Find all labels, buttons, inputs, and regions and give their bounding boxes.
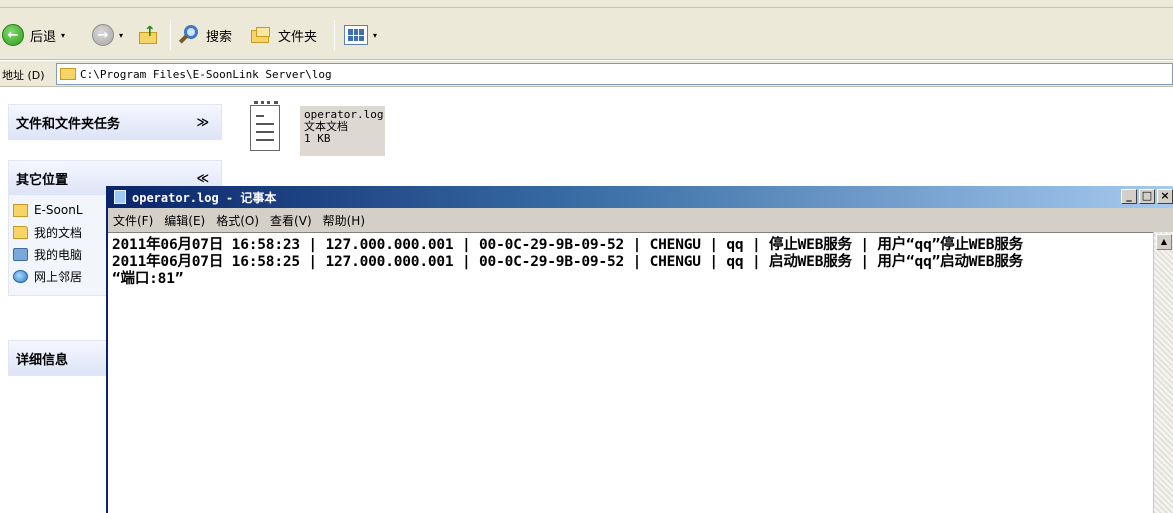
- menu-edit[interactable]: 编辑(E): [164, 212, 205, 229]
- close-button[interactable]: ×: [1157, 189, 1173, 204]
- notepad-title-bar[interactable]: operator.log - 记事本 _ □ ×: [108, 186, 1173, 208]
- file-item-operator-log[interactable]: operator.log 文本文档 1 KB: [300, 106, 385, 156]
- notepad-title: operator.log - 记事本: [132, 190, 277, 205]
- views-dropdown-icon[interactable]: ▾: [373, 31, 377, 40]
- notepad-menubar: 文件(F) 编辑(E) 格式(O) 查看(V) 帮助(H): [108, 208, 1173, 232]
- search-button[interactable]: 搜索: [178, 22, 232, 48]
- toolbar-separator: [334, 20, 335, 50]
- up-folder-icon: ↑: [137, 24, 159, 46]
- menu-view[interactable]: 查看(V): [270, 212, 312, 229]
- place-label: 我的电脑: [34, 247, 83, 262]
- menu-file[interactable]: 文件(F): [113, 212, 153, 229]
- file-tasks-panel: 文件和文件夹任务 ≫: [8, 104, 222, 140]
- window-top-edge: [0, 0, 1173, 8]
- file-tasks-header[interactable]: 文件和文件夹任务 ≫: [9, 105, 221, 139]
- views-icon: [344, 25, 368, 45]
- address-path: C:\Program Files\E-SoonLink Server\log: [80, 67, 332, 81]
- log-line: 2011年06月07日 16:58:23 | 127.000.000.001 |…: [112, 237, 1023, 253]
- text-document-icon[interactable]: [250, 99, 284, 153]
- forward-arrow-icon: →: [92, 24, 114, 46]
- address-input[interactable]: C:\Program Files\E-SoonLink Server\log: [56, 63, 1173, 85]
- back-dropdown-icon[interactable]: ▾: [61, 31, 65, 40]
- back-label: 后退: [30, 29, 57, 45]
- my-computer-icon: [13, 247, 28, 261]
- notepad-text-area[interactable]: 2011年06月07日 16:58:23 | 127.000.000.001 |…: [108, 232, 1153, 513]
- menu-help[interactable]: 帮助(H): [323, 212, 365, 229]
- log-line: “端口:81”: [112, 271, 184, 287]
- views-button[interactable]: ▾: [344, 22, 377, 48]
- notepad-window: operator.log - 记事本 _ □ × 文件(F) 编辑(E) 格式(…: [106, 186, 1173, 513]
- window-controls: _ □ ×: [1119, 189, 1173, 204]
- folders-label: 文件夹: [278, 29, 318, 45]
- expand-chevron-icon[interactable]: ≫: [196, 115, 209, 129]
- file-tasks-title: 文件和文件夹任务: [16, 116, 121, 132]
- network-icon: [13, 269, 28, 283]
- notepad-icon: [114, 190, 126, 204]
- explorer-toolbar: ← 后退 ▾ → ▾ ↑ 搜索 文件夹 ▾: [0, 8, 1173, 60]
- other-places-title: 其它位置: [16, 172, 69, 188]
- address-bar: 地址 (D) C:\Program Files\E-SoonLink Serve…: [0, 61, 1173, 87]
- folder-icon: [60, 68, 76, 80]
- scroll-up-icon[interactable]: ▲: [1156, 234, 1172, 250]
- search-icon: [178, 24, 200, 46]
- address-label: 地址 (D): [2, 69, 45, 82]
- minimize-button[interactable]: _: [1121, 189, 1137, 204]
- my-documents-icon: [13, 225, 28, 239]
- log-line: 2011年06月07日 16:58:25 | 127.000.000.001 |…: [112, 254, 1023, 270]
- folder-icon: [13, 203, 28, 217]
- maximize-button[interactable]: □: [1139, 189, 1155, 204]
- collapse-chevron-icon[interactable]: ≪: [196, 171, 209, 185]
- back-button[interactable]: ← 后退 ▾: [2, 22, 65, 48]
- menu-format[interactable]: 格式(O): [216, 212, 259, 229]
- up-folder-button[interactable]: ↑: [137, 22, 159, 48]
- toolbar-separator: [170, 20, 171, 50]
- place-label: 我的文档: [34, 225, 83, 240]
- back-arrow-icon: ←: [2, 24, 24, 46]
- place-label: E-SoonL: [34, 203, 83, 217]
- search-label: 搜索: [206, 29, 233, 45]
- folders-icon: [250, 25, 272, 45]
- details-title: 详细信息: [16, 352, 69, 368]
- notepad-scrollbar[interactable]: ▲: [1153, 232, 1173, 513]
- forward-dropdown-icon[interactable]: ▾: [119, 31, 123, 40]
- place-label: 网上邻居: [34, 269, 83, 284]
- folders-button[interactable]: 文件夹: [250, 22, 317, 48]
- forward-button[interactable]: → ▾: [92, 22, 123, 48]
- file-size: 1 KB: [304, 132, 331, 145]
